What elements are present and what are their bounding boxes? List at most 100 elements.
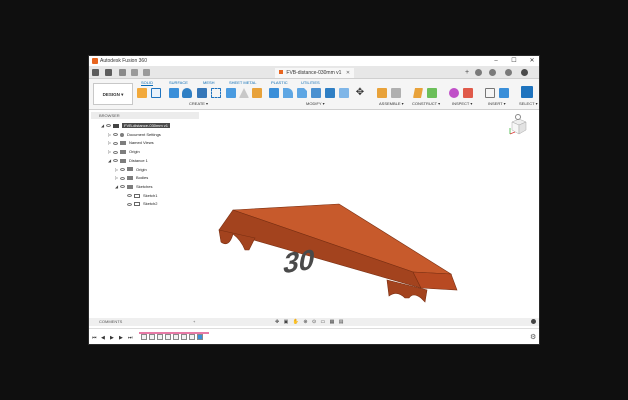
new-component-icon[interactable] [137, 88, 147, 98]
model-view[interactable]: 30 [199, 150, 459, 310]
create-menu[interactable]: CREATE ▾ [189, 101, 208, 106]
viewport-canvas[interactable]: BROWSER 30 ◢ FVB-distance-030mm v1 ▷ Doc… [89, 110, 539, 318]
comments-chat-icon[interactable] [531, 319, 536, 324]
extrude-icon[interactable] [169, 88, 179, 98]
mirror-icon[interactable] [226, 88, 236, 98]
timeline-emboss-icon[interactable] [189, 334, 195, 340]
browser-item[interactable]: ▷ Origin [115, 166, 147, 174]
insert-derive-icon[interactable] [485, 88, 495, 98]
insert-image-icon[interactable] [499, 88, 509, 98]
maximize-button[interactable]: ☐ [507, 57, 521, 65]
visibility-eye-icon[interactable] [127, 202, 132, 206]
insert-menu[interactable]: INSERT ▾ [488, 101, 506, 106]
hole-icon[interactable] [197, 88, 207, 98]
visibility-eye-icon[interactable] [120, 167, 125, 171]
browser-item[interactable]: Sketch1 [122, 192, 157, 200]
browser-item[interactable]: ◢ Distance 1 [108, 157, 148, 165]
help-icon[interactable] [505, 69, 512, 76]
construct-plane-icon[interactable] [427, 88, 437, 98]
move-icon[interactable]: ✥ [355, 88, 365, 98]
file-menu-icon[interactable] [105, 69, 112, 76]
pattern-icon[interactable] [211, 88, 221, 98]
pyramid-icon[interactable] [239, 88, 249, 98]
browser-item[interactable]: ▷ Bodies [115, 174, 148, 182]
look-at-icon[interactable]: ▣ [284, 319, 289, 325]
tab-utilities[interactable]: UTILITIES [301, 80, 320, 85]
browser-item[interactable]: ▷ Named Views [108, 139, 154, 147]
press-pull-icon[interactable] [269, 88, 279, 98]
data-panel-icon[interactable] [92, 69, 99, 76]
display-settings-icon[interactable]: ▭ [321, 319, 326, 325]
tab-plastic[interactable]: PLASTIC [271, 80, 288, 85]
visibility-eye-icon[interactable] [113, 141, 118, 145]
visibility-eye-icon[interactable] [120, 176, 125, 180]
browser-item[interactable]: ▷ Document Settings [108, 131, 161, 139]
scale-icon[interactable] [339, 88, 349, 98]
timeline-settings-icon[interactable]: ⚙ [530, 333, 536, 341]
new-tab-button[interactable]: + [462, 67, 472, 78]
tab-sheet-metal[interactable]: SHEET METAL [229, 80, 256, 85]
home-view-icon[interactable] [515, 114, 521, 120]
fit-icon[interactable]: ⊙ [312, 319, 316, 325]
combine-icon[interactable] [325, 88, 335, 98]
visibility-eye-icon[interactable] [113, 159, 118, 163]
pan-icon[interactable]: ✋ [293, 319, 299, 325]
select-menu[interactable]: SELECT ▾ [519, 101, 538, 106]
redo-icon[interactable] [143, 69, 150, 76]
tab-surface[interactable]: SURFACE [169, 80, 188, 85]
joint-origin-icon[interactable] [391, 88, 401, 98]
viewports-icon[interactable]: ▤ [339, 319, 344, 325]
shell-icon[interactable] [311, 88, 321, 98]
play-button[interactable]: ▶ [110, 335, 114, 341]
notifications-icon[interactable] [489, 69, 496, 76]
grid-settings-icon[interactable]: ▦ [330, 319, 335, 325]
browser-item[interactable]: Sketch2 [122, 200, 157, 208]
close-tab-icon[interactable]: ✕ [346, 70, 350, 76]
visibility-eye-icon[interactable] [127, 194, 132, 198]
assemble-menu[interactable]: ASSEMBLE ▾ [379, 101, 404, 106]
timeline-extrude-icon[interactable] [165, 334, 171, 340]
minimize-button[interactable]: – [489, 57, 503, 65]
save-icon[interactable] [119, 69, 126, 76]
orbit-icon[interactable]: ✥ [275, 319, 279, 325]
timeline-extrude-icon[interactable] [197, 334, 203, 340]
browser-item[interactable]: ◢ FVB-distance-030mm v1 [101, 122, 171, 130]
tab-solid[interactable]: SOLID [141, 80, 154, 86]
timeline-extrude-icon[interactable] [149, 334, 155, 340]
visibility-eye-icon[interactable] [120, 185, 125, 189]
sync-icon[interactable] [475, 69, 482, 76]
document-tab[interactable]: FVB-distance-030mm v1 ✕ [275, 68, 355, 78]
inspect-menu[interactable]: INSPECT ▾ [452, 101, 472, 106]
new-joint-icon[interactable] [377, 88, 387, 98]
go-to-end-button[interactable]: ⏭ [128, 335, 133, 341]
offset-plane-icon[interactable] [413, 88, 423, 98]
tab-mesh[interactable]: MESH [203, 80, 215, 85]
revolve-icon[interactable] [182, 88, 192, 98]
step-back-button[interactable]: ◀ [101, 335, 105, 341]
comments-add-icon[interactable]: + [193, 318, 195, 326]
fillet-icon[interactable] [283, 88, 293, 98]
chamfer-icon[interactable] [297, 88, 307, 98]
select-icon[interactable] [521, 86, 533, 98]
zoom-icon[interactable]: ⊕ [303, 319, 307, 325]
user-avatar[interactable] [521, 69, 528, 76]
browser-header[interactable]: BROWSER [91, 112, 199, 119]
visibility-eye-icon[interactable] [106, 124, 111, 128]
browser-item[interactable]: ◢ Sketches [115, 183, 152, 191]
timeline-fillet-icon[interactable] [173, 334, 179, 340]
timeline-sketch-icon[interactable] [157, 334, 163, 340]
step-forward-button[interactable]: ▶ [119, 335, 123, 341]
timeline-sketch-icon[interactable] [141, 334, 147, 340]
close-button[interactable]: ✕ [525, 57, 539, 65]
visibility-eye-icon[interactable] [113, 133, 118, 137]
visibility-eye-icon[interactable] [113, 150, 118, 154]
timeline-sketch-icon[interactable] [181, 334, 187, 340]
create-sketch-icon[interactable] [151, 88, 161, 98]
browser-item[interactable]: ▷ Origin [108, 148, 140, 156]
modify-menu[interactable]: MODIFY ▾ [306, 101, 325, 106]
interference-icon[interactable] [463, 88, 473, 98]
undo-icon[interactable] [131, 69, 138, 76]
measure-icon[interactable] [449, 88, 459, 98]
go-to-start-button[interactable]: ⏮ [92, 335, 97, 341]
construct-menu[interactable]: CONSTRUCT ▾ [412, 101, 440, 106]
